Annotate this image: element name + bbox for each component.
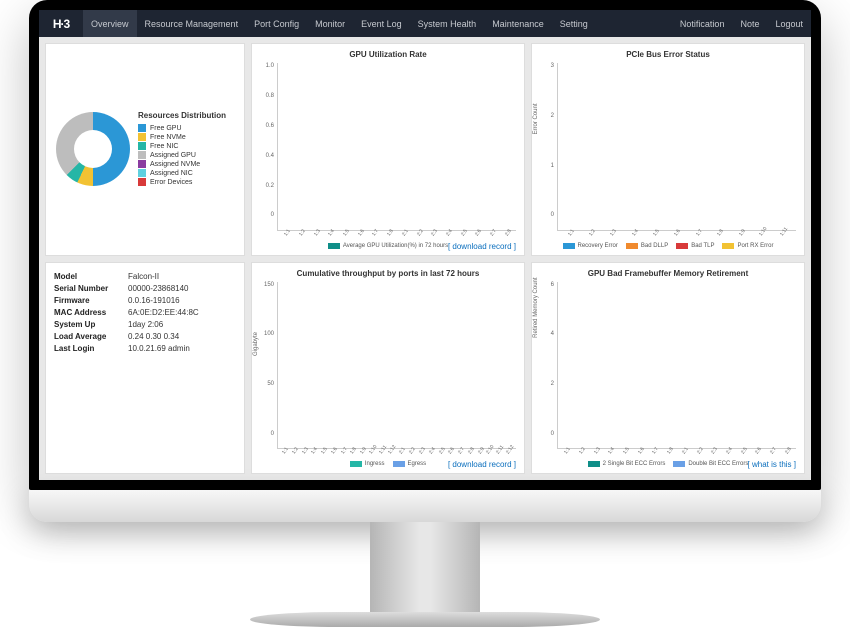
nav-maintenance[interactable]: Maintenance (484, 10, 552, 37)
download-link[interactable]: [ download record ] (448, 460, 516, 469)
info-row: MAC Address6A:0E:D2:EE:44:8C (54, 308, 236, 317)
card-title: GPU Bad Framebuffer Memory Retirement (540, 269, 796, 278)
monitor-stand (370, 522, 480, 612)
nav-monitor[interactable]: Monitor (307, 10, 353, 37)
legend-item: Error Devices (138, 178, 236, 186)
legend-item: Egress (393, 461, 427, 467)
card-system-info: ModelFalcon-II Serial Number00000-2386814… (45, 262, 245, 475)
info-row: Serial Number00000-23868140 (54, 284, 236, 293)
download-link[interactable]: [ download record ] (448, 242, 516, 251)
card-framebuffer: GPU Bad Framebuffer Memory Retirement 64… (531, 262, 805, 475)
card-pcie: PCIe Bus Error Status 3210Error Count1:1… (531, 43, 805, 256)
dashboard-content: Resources Distribution Free GPUFree NVMe… (39, 37, 811, 480)
monitor-chin (29, 490, 821, 522)
logo: H·3 (39, 17, 83, 31)
top-nav: H·3 OverviewResource ManagementPort Conf… (39, 10, 811, 37)
app-window: H·3 OverviewResource ManagementPort Conf… (39, 10, 811, 480)
legend-item: Free GPU (138, 124, 236, 132)
legend-item: Bad TLP (676, 243, 714, 249)
donut-chart (56, 112, 130, 186)
legend-item: 2 Single Bit ECC Errors (588, 461, 666, 467)
card-title: PCIe Bus Error Status (540, 50, 796, 59)
nav-notification[interactable]: Notification (672, 10, 733, 37)
legend-item: Bad DLLP (626, 243, 668, 249)
legend-item: Assigned NIC (138, 169, 236, 177)
nav-overview[interactable]: Overview (83, 10, 137, 37)
whatis-link[interactable]: [ what is this ] (748, 460, 796, 469)
info-row: ModelFalcon-II (54, 272, 236, 281)
nav-event-log[interactable]: Event Log (353, 10, 410, 37)
nav-setting[interactable]: Setting (552, 10, 596, 37)
info-row: System Up1day 2:06 (54, 320, 236, 329)
nav-resource-management[interactable]: Resource Management (137, 10, 247, 37)
monitor-frame: H·3 OverviewResource ManagementPort Conf… (29, 0, 821, 490)
card-resources: Resources Distribution Free GPUFree NVMe… (45, 43, 245, 256)
legend-item: Assigned NVMe (138, 160, 236, 168)
nav-logout[interactable]: Logout (767, 10, 811, 37)
legend-item: Double Bit ECC Errors (673, 461, 748, 467)
card-title: Cumulative throughput by ports in last 7… (260, 269, 516, 278)
legend-item: Recovery Error (563, 243, 618, 249)
card-throughput: Cumulative throughput by ports in last 7… (251, 262, 525, 475)
card-gpu-util: GPU Utilization Rate 1.00.80.60.40.201:1… (251, 43, 525, 256)
nav-system-health[interactable]: System Health (410, 10, 485, 37)
card-title: Resources Distribution (138, 111, 236, 120)
info-row: Firmware0.0.16-191016 (54, 296, 236, 305)
legend-item: Assigned GPU (138, 151, 236, 159)
nav-port-config[interactable]: Port Config (246, 10, 307, 37)
legend-item: Ingress (350, 461, 385, 467)
legend-item: Average GPU Utilization(%) in 72 hours (328, 243, 448, 249)
legend-item: Port RX Error (722, 243, 773, 249)
legend-item: Free NIC (138, 142, 236, 150)
monitor-base (250, 612, 600, 627)
info-row: Load Average0.24 0.30 0.34 (54, 332, 236, 341)
nav-note[interactable]: Note (732, 10, 767, 37)
legend-item: Free NVMe (138, 133, 236, 141)
card-title: GPU Utilization Rate (260, 50, 516, 59)
info-row: Last Login10.0.21.69 admin (54, 344, 236, 353)
